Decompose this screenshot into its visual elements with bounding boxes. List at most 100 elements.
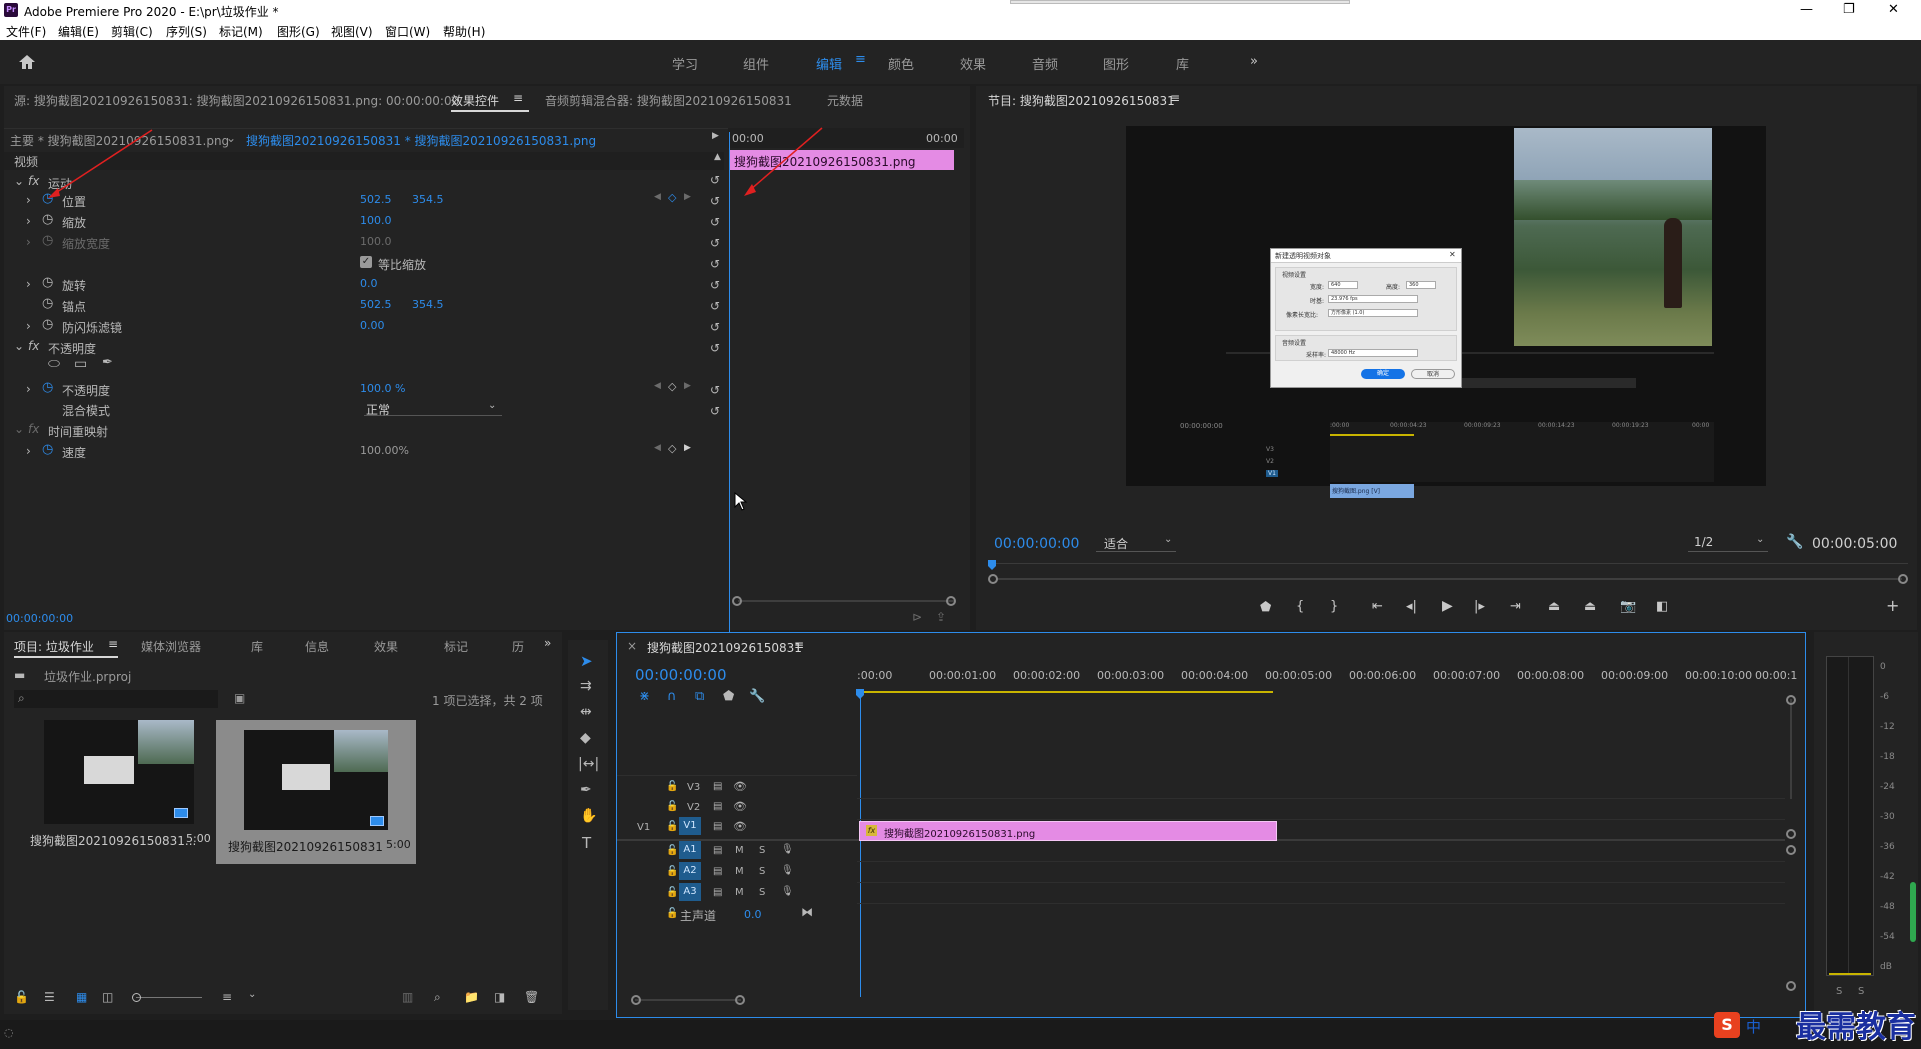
a1-sync-icon[interactable]: ▤ <box>713 845 722 856</box>
work-area-bar[interactable] <box>857 691 1273 693</box>
trash-icon[interactable]: 🗑 <box>524 990 539 1004</box>
track-select-tool-icon[interactable]: ⇉ <box>580 678 592 694</box>
menu-file[interactable]: 文件(F) <box>6 23 46 40</box>
extract-icon[interactable]: ⏏ <box>1584 599 1596 614</box>
ec-scroll-handle-right[interactable] <box>946 596 956 606</box>
workspace-learn[interactable]: 学习 <box>672 54 698 73</box>
timeline-marker-icon[interactable]: ⬟ <box>723 689 734 704</box>
panel-menu-icon[interactable]: ≡ <box>513 91 523 105</box>
workspace-editing[interactable]: 编辑 <box>816 54 842 73</box>
reset-rotation-icon[interactable]: ↺ <box>710 278 720 292</box>
a3-lock-icon[interactable]: 🔓 <box>666 887 678 898</box>
anchor-x-value[interactable]: 502.5 <box>360 298 392 311</box>
timeline-playhead[interactable] <box>860 697 861 997</box>
add-marker-icon[interactable]: ⬟ <box>1260 600 1271 615</box>
track-a1[interactable]: A1 <box>679 841 701 859</box>
program-video-frame[interactable]: 00:00:00:00 :00:00 00:00:04:23 00:00:09:… <box>1126 126 1766 498</box>
a2-solo-button[interactable]: S <box>759 866 765 877</box>
v1-eye-icon[interactable]: 👁 <box>733 820 747 833</box>
tab-metadata[interactable]: 元数据 <box>827 92 863 109</box>
tab-history[interactable]: 历 <box>512 638 524 655</box>
samplerate-select[interactable]: 48000 Hz <box>1328 349 1418 357</box>
anti-flicker-value[interactable]: 0.00 <box>360 319 385 332</box>
sequence-tab[interactable]: 搜狗截图20210926150831 <box>647 639 802 656</box>
workspace-graphics[interactable]: 图形 <box>1103 54 1129 73</box>
find-icon[interactable]: ⌕ <box>434 990 441 1005</box>
menu-window[interactable]: 窗口(W) <box>385 23 430 40</box>
expand-opacity-icon[interactable]: ⌄ <box>14 339 24 353</box>
type-tool-icon[interactable]: T <box>582 834 591 852</box>
timebase-select[interactable]: 23.976 fps <box>1328 295 1418 303</box>
lock-icon[interactable]: 🔓 <box>14 990 29 1004</box>
a1-lock-icon[interactable]: 🔓 <box>666 845 678 856</box>
timeline-settings-icon[interactable]: 🔧 <box>749 689 765 704</box>
meter-solo-left[interactable]: S <box>1836 986 1842 997</box>
source-patch-v1[interactable]: V1 <box>637 822 650 833</box>
timeline-hscroll[interactable] <box>635 999 741 1001</box>
freeform-view-icon[interactable]: ◫ <box>102 990 113 1004</box>
tab-source[interactable]: 源: 搜狗截图20210926150831: 搜狗截图2021092615083… <box>14 92 459 109</box>
timeline-hscroll-right[interactable] <box>735 995 745 1005</box>
a2-sync-icon[interactable]: ▤ <box>713 866 722 877</box>
reset-opacity-icon[interactable]: ↺ <box>710 383 720 397</box>
project-search-input[interactable]: ⌕ <box>14 690 218 708</box>
anchor-y-value[interactable]: 354.5 <box>412 298 444 311</box>
program-menu-icon[interactable]: ≡ <box>1170 91 1180 105</box>
tab-effect-controls[interactable]: 效果控件 <box>451 92 499 109</box>
project-item-selected[interactable]: 搜狗截图20210926150831 5:00 <box>216 720 416 864</box>
rectangle-mask-icon[interactable]: ▭ <box>74 356 87 372</box>
program-zoom-handle-left[interactable] <box>988 574 998 584</box>
tab-info[interactable]: 信息 <box>305 638 329 655</box>
menu-sequence[interactable]: 序列(S) <box>166 23 207 40</box>
expand-opacity-prop-icon[interactable]: › <box>26 382 31 396</box>
ec-filter-icon[interactable]: ⊳ <box>912 610 922 624</box>
reset-blend-icon[interactable]: ↺ <box>710 404 720 418</box>
v3-sync-icon[interactable]: ▤ <box>713 781 722 792</box>
opacity-add-keyframe-icon[interactable]: ◇ <box>668 380 676 393</box>
video-vscroll-handle-top[interactable] <box>1786 695 1796 705</box>
audio-vscroll-handle-bottom[interactable] <box>1786 981 1796 991</box>
track-a3[interactable]: A3 <box>679 883 701 901</box>
list-view-icon[interactable]: ☰ <box>44 990 55 1004</box>
lift-icon[interactable]: ⏏ <box>1548 599 1560 614</box>
timeline-timecode[interactable]: 00:00:00:00 <box>635 666 727 684</box>
speed-next-keyframe-icon[interactable]: ▶ <box>684 443 691 453</box>
ec-timecode[interactable]: 00:00:00:00 <box>6 612 73 625</box>
v2-lock-icon[interactable]: 🔓 <box>666 801 678 812</box>
stopwatch-anchor-icon[interactable]: ◷ <box>42 296 53 311</box>
menu-edit[interactable]: 编辑(E) <box>58 23 99 40</box>
a2-lock-icon[interactable]: 🔓 <box>666 866 678 877</box>
razor-tool-icon[interactable]: ◆ <box>580 730 591 746</box>
workspace-assembly[interactable]: 组件 <box>743 54 769 73</box>
expand-anti-flicker-icon[interactable]: › <box>26 319 31 333</box>
timeline-hscroll-left[interactable] <box>631 995 641 1005</box>
timeline-ruler[interactable]: :00:00 00:00:01:00 00:00:02:00 00:00:03:… <box>857 661 1797 697</box>
a1-mic-icon[interactable]: 🎙 <box>781 844 794 855</box>
a3-mic-icon[interactable]: 🎙 <box>781 886 794 897</box>
close-sequence-icon[interactable]: × <box>627 639 637 653</box>
mark-in-icon[interactable]: { <box>1296 599 1304 614</box>
ellipse-mask-icon[interactable]: ⬭ <box>48 356 60 372</box>
workspace-effects[interactable]: 效果 <box>960 54 986 73</box>
a3-sync-icon[interactable]: ▤ <box>713 887 722 898</box>
nest-icon[interactable]: ⋇ <box>639 689 650 704</box>
v1-lock-icon[interactable]: 🔓 <box>666 821 678 832</box>
zoom-slider-handle[interactable] <box>132 993 141 1002</box>
uniform-scale-checkbox[interactable]: ✓ <box>360 256 372 268</box>
expand-speed-icon[interactable]: › <box>26 444 31 458</box>
dialog-ok-button[interactable]: 确定 <box>1361 369 1405 379</box>
ripple-edit-tool-icon[interactable]: ⇹ <box>580 704 592 720</box>
track-v3[interactable]: V3 <box>687 782 700 793</box>
speed-add-keyframe-icon[interactable]: ◇ <box>668 442 676 455</box>
video-vscroll-handle-bottom[interactable] <box>1786 829 1796 839</box>
fx-opacity-icon[interactable]: fx <box>28 339 39 353</box>
pen-mask-icon[interactable]: ✒ <box>102 355 113 370</box>
ec-export-icon[interactable]: ⇪ <box>936 610 946 624</box>
workspace-overflow-icon[interactable]: » <box>1250 54 1258 69</box>
a3-mute-button[interactable]: M <box>735 887 744 898</box>
menu-view[interactable]: 视图(V) <box>331 23 373 40</box>
menu-marker[interactable]: 标记(M) <box>219 23 263 40</box>
project-overflow-icon[interactable]: » <box>544 636 551 650</box>
tab-effects[interactable]: 效果 <box>374 638 398 655</box>
workspace-menu-icon[interactable]: ≡ <box>855 52 866 67</box>
